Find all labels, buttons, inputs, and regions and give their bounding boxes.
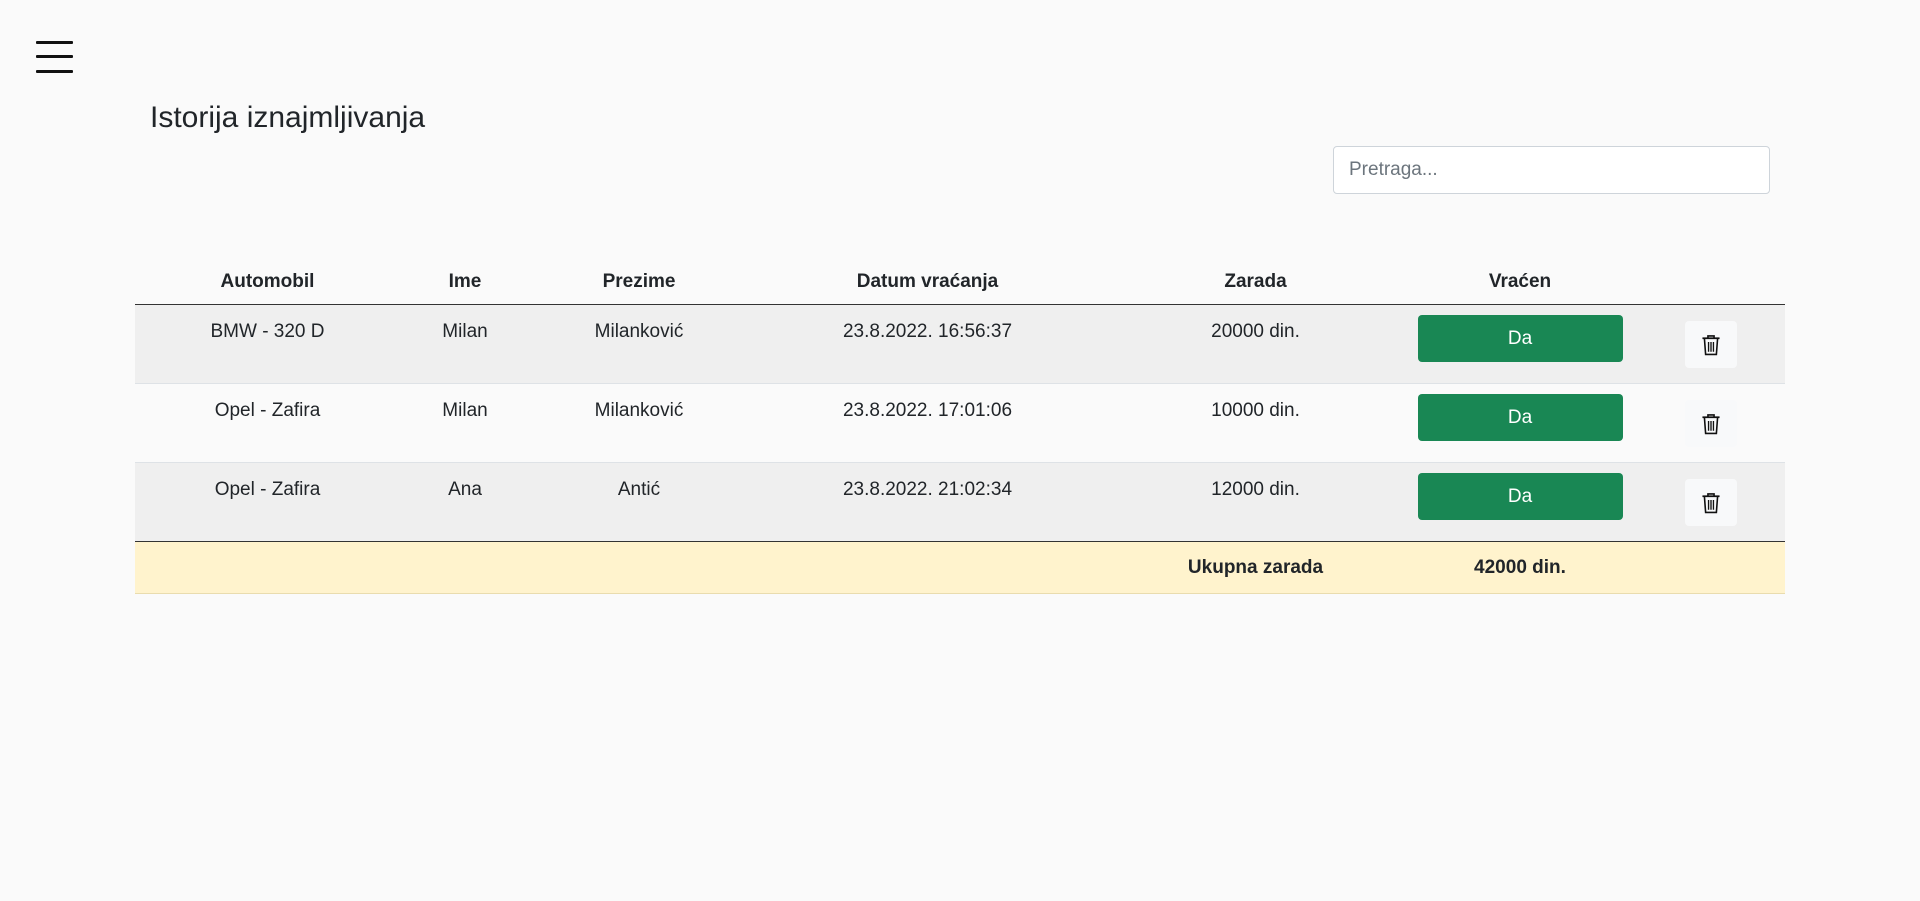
rental-history-table: Automobil Ime Prezime Datum vraćanja Zar… <box>135 260 1785 594</box>
column-header-car: Automobil <box>135 260 400 305</box>
column-header-return-date: Datum vraćanja <box>748 260 1107 305</box>
table-header-row: Automobil Ime Prezime Datum vraćanja Zar… <box>135 260 1785 305</box>
page-title: Istorija iznajmljivanja <box>150 101 426 134</box>
delete-button[interactable] <box>1684 400 1737 447</box>
returned-button[interactable]: Da <box>1417 473 1623 520</box>
returned-button[interactable]: Da <box>1417 394 1623 441</box>
menu-bar <box>36 41 73 44</box>
cell-returned: Da <box>1404 462 1636 542</box>
cell-return-date: 23.8.2022. 21:02:34 <box>748 462 1107 542</box>
cell-last-name: Milanković <box>530 304 748 384</box>
cell-first-name: Milan <box>400 383 530 463</box>
cell-returned: Da <box>1404 304 1636 384</box>
column-header-returned: Vraćen <box>1404 260 1636 305</box>
table-row: Opel - Zafira Ana Antić 23.8.2022. 21:02… <box>135 462 1785 542</box>
total-row-spacer <box>1636 541 1785 594</box>
cell-earnings: 20000 din. <box>1107 304 1404 384</box>
cell-returned: Da <box>1404 383 1636 463</box>
column-header-last-name: Prezime <box>530 260 748 305</box>
total-earnings-value: 42000 din. <box>1404 541 1636 594</box>
cell-return-date: 23.8.2022. 17:01:06 <box>748 383 1107 463</box>
total-row-spacer <box>748 541 1107 594</box>
delete-button[interactable] <box>1684 479 1737 526</box>
trash-icon <box>1701 334 1720 355</box>
total-row-spacer <box>135 541 400 594</box>
search-input[interactable] <box>1333 146 1770 194</box>
column-header-first-name: Ime <box>400 260 530 305</box>
cell-car: BMW - 320 D <box>135 304 400 384</box>
cell-return-date: 23.8.2022. 16:56:37 <box>748 304 1107 384</box>
total-row: Ukupna zarada 42000 din. <box>135 541 1785 594</box>
cell-first-name: Milan <box>400 304 530 384</box>
cell-earnings: 12000 din. <box>1107 462 1404 542</box>
cell-last-name: Antić <box>530 462 748 542</box>
menu-bar <box>36 70 73 73</box>
column-header-actions <box>1636 260 1785 305</box>
total-row-spacer <box>400 541 530 594</box>
menu-bar <box>36 55 73 58</box>
table-row: Opel - Zafira Milan Milanković 23.8.2022… <box>135 383 1785 463</box>
table-row: BMW - 320 D Milan Milanković 23.8.2022. … <box>135 304 1785 384</box>
trash-icon <box>1701 413 1720 434</box>
total-row-spacer <box>530 541 748 594</box>
cell-car: Opel - Zafira <box>135 383 400 463</box>
delete-button[interactable] <box>1684 321 1737 368</box>
cell-last-name: Milanković <box>530 383 748 463</box>
cell-actions <box>1636 383 1785 463</box>
returned-button[interactable]: Da <box>1417 315 1623 362</box>
trash-icon <box>1701 492 1720 513</box>
cell-actions <box>1636 304 1785 384</box>
cell-first-name: Ana <box>400 462 530 542</box>
cell-actions <box>1636 462 1785 542</box>
hamburger-menu-icon[interactable] <box>36 40 73 74</box>
total-earnings-label: Ukupna zarada <box>1107 541 1404 594</box>
cell-car: Opel - Zafira <box>135 462 400 542</box>
cell-earnings: 10000 din. <box>1107 383 1404 463</box>
column-header-earnings: Zarada <box>1107 260 1404 305</box>
